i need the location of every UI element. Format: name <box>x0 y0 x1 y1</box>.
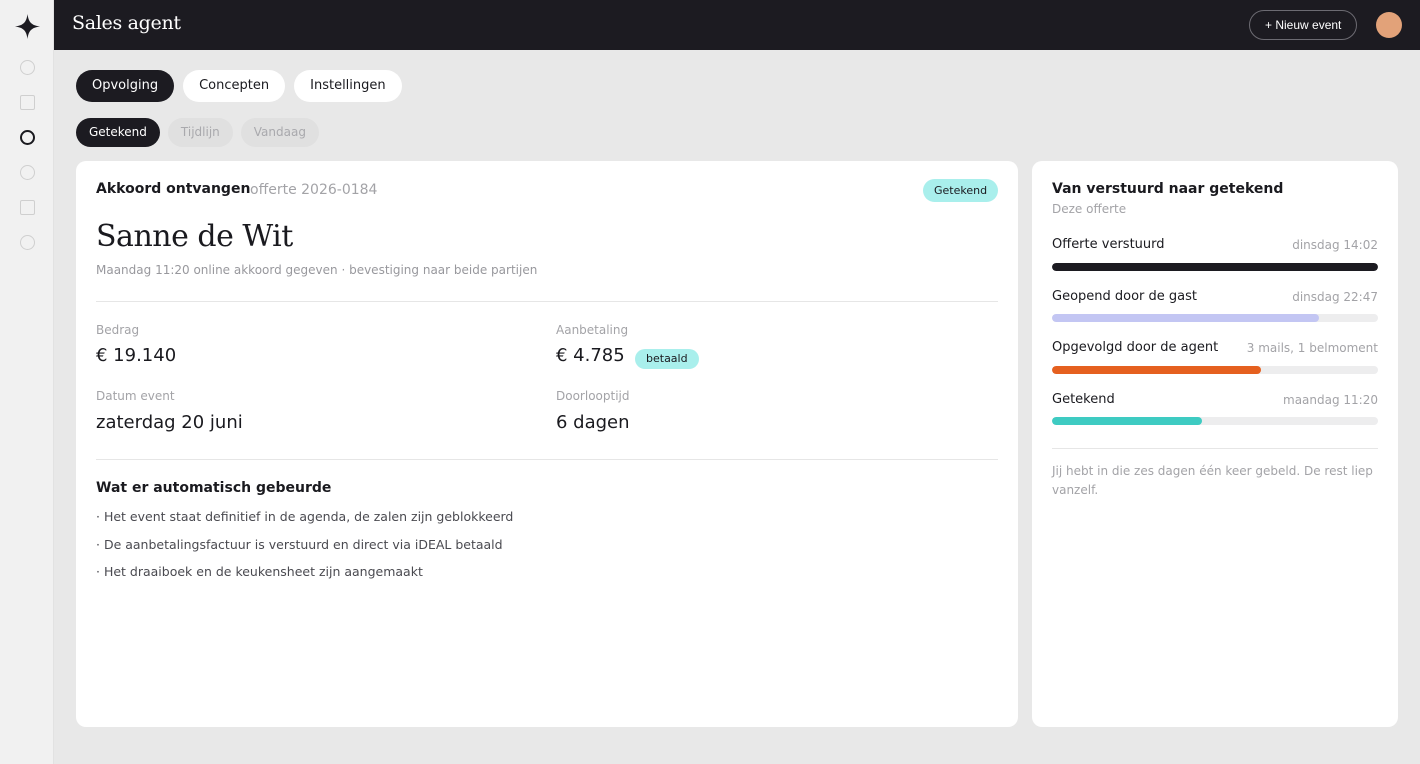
client-name: Sanne de Wit <box>96 219 293 254</box>
deposit-label: Aanbetaling <box>556 323 629 337</box>
timeline-subtitle: Deze offerte <box>1052 202 1127 216</box>
status-badge: Getekend <box>923 179 999 202</box>
step-label: Opgevolgd door de agent <box>1052 340 1219 355</box>
progress-fill <box>1052 314 1320 322</box>
divider <box>96 459 998 460</box>
automation-heading: Wat er automatisch gebeurde <box>96 480 332 496</box>
step-meta: dinsdag 22:47 <box>1292 290 1378 304</box>
step-meta: dinsdag 14:02 <box>1292 238 1378 252</box>
progress-track <box>1052 314 1378 322</box>
rail-circle-icon[interactable] <box>20 60 35 75</box>
top-bar: Sales agent + Nieuw event <box>54 0 1420 50</box>
client-subtitle: Maandag 11:20 online akkoord gegeven · b… <box>96 263 538 277</box>
tab-opvolging[interactable]: Opvolging <box>76 70 175 102</box>
step-meta: 3 mails, 1 belmoment <box>1246 341 1378 355</box>
quote-reference: offerte 2026-0184 <box>250 182 378 198</box>
card-heading: Akkoord ontvangen <box>96 181 251 197</box>
timeline-note: Jij hebt in die zes dagen één keer gebel… <box>1052 464 1373 497</box>
paid-badge: betaald <box>635 349 699 369</box>
automation-item: · Het draaiboek en de keukensheet zijn a… <box>96 564 423 579</box>
deal-card: Akkoord ontvangen offerte 2026-0184 Gete… <box>76 161 1018 727</box>
main-tabs: Opvolging Concepten Instellingen <box>76 70 402 102</box>
step-label: Offerte verstuurd <box>1052 237 1165 252</box>
rail-square-icon[interactable] <box>20 95 35 110</box>
app-title: Sales agent <box>72 12 181 34</box>
progress-track <box>1052 263 1378 271</box>
divider <box>96 301 998 302</box>
duration-label: Doorlooptijd <box>556 389 630 403</box>
rail-circle-icon-active[interactable] <box>20 130 35 145</box>
sub-tabs: Getekend Tijdlijn Vandaag <box>76 118 319 147</box>
subtab-getekend[interactable]: Getekend <box>76 118 160 147</box>
subtab-tijdlijn[interactable]: Tijdlijn <box>167 118 233 147</box>
event-date-label: Datum event <box>96 389 175 403</box>
duration-value: 6 dagen <box>556 412 630 433</box>
step-label: Getekend <box>1052 392 1115 407</box>
progress-fill <box>1052 417 1202 425</box>
icon-rail <box>0 0 54 764</box>
rail-square-icon[interactable] <box>20 200 35 215</box>
sparkle-logo-icon[interactable] <box>15 14 40 39</box>
progress-fill <box>1052 263 1378 271</box>
automation-item: · Het event staat definitief in de agend… <box>96 509 514 524</box>
tab-instellingen[interactable]: Instellingen <box>294 70 402 102</box>
rail-circle-icon[interactable] <box>20 235 35 250</box>
avatar[interactable] <box>1376 12 1402 38</box>
rail-circle-icon[interactable] <box>20 165 35 180</box>
event-date-value: zaterdag 20 juni <box>96 412 243 433</box>
divider <box>1052 448 1378 449</box>
step-label: Geopend door de gast <box>1052 289 1198 304</box>
new-event-button[interactable]: + Nieuw event <box>1249 10 1358 40</box>
amount-label: Bedrag <box>96 323 140 337</box>
deposit-value: € 4.785 <box>556 345 625 366</box>
progress-fill <box>1052 366 1261 374</box>
tab-concepten[interactable]: Concepten <box>183 70 286 102</box>
automation-item: · De aanbetalingsfactuur is verstuurd en… <box>96 537 503 552</box>
timeline-card: Van verstuurd naar getekend Deze offerte… <box>1032 161 1398 727</box>
timeline-title: Van verstuurd naar getekend <box>1052 181 1284 197</box>
progress-track <box>1052 417 1378 425</box>
amount-value: € 19.140 <box>96 345 177 366</box>
step-meta: maandag 11:20 <box>1283 393 1378 407</box>
subtab-vandaag[interactable]: Vandaag <box>240 118 319 147</box>
progress-track <box>1052 366 1378 374</box>
